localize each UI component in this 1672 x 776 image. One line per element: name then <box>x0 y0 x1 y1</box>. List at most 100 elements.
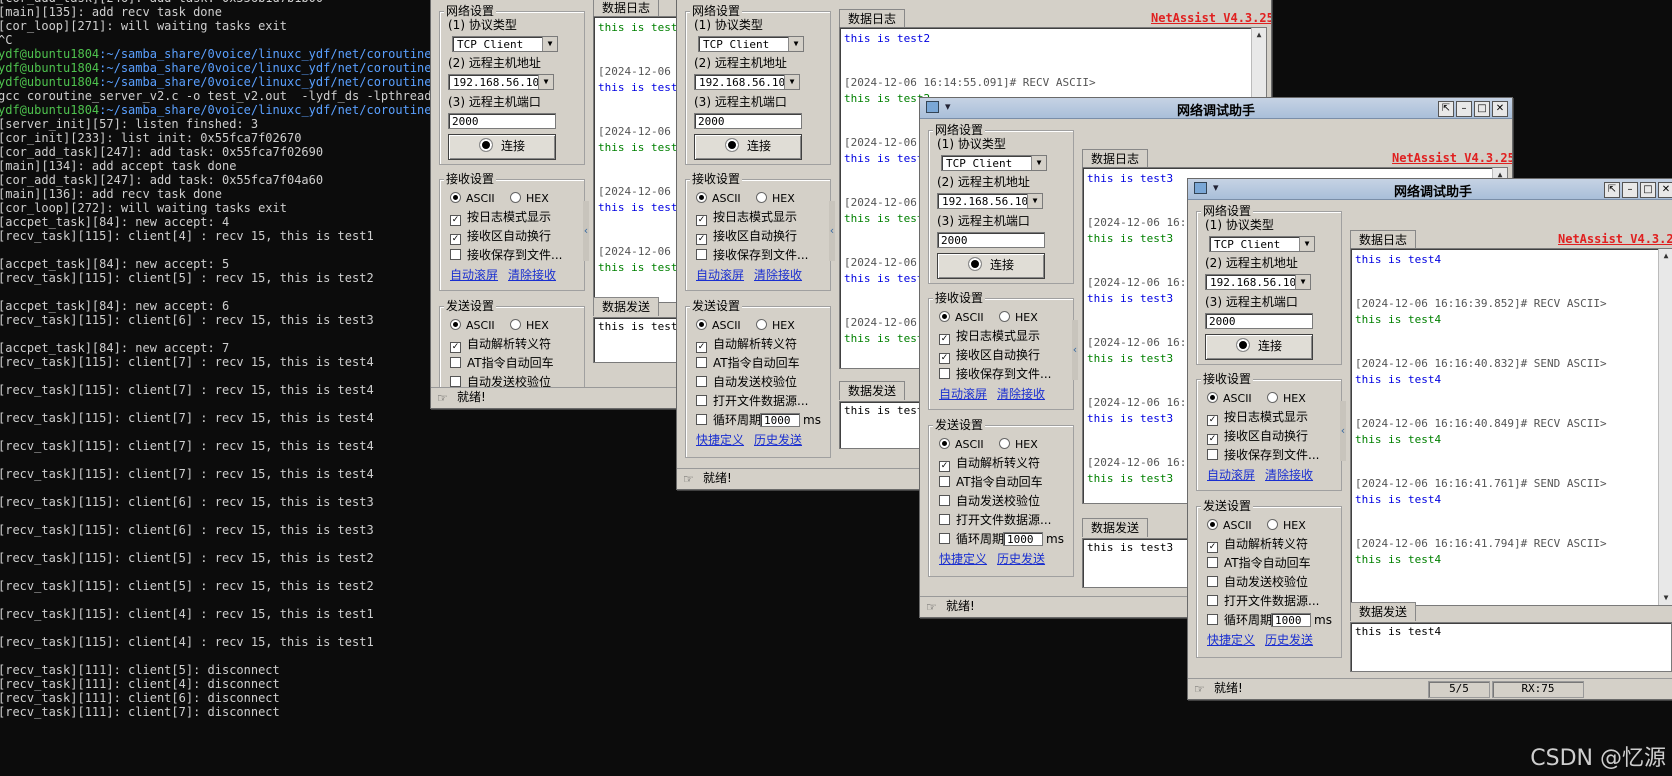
maximize-icon[interactable]: □ <box>1640 182 1656 198</box>
quick-define-link[interactable]: 快捷定义 <box>696 433 744 448</box>
history-send-link[interactable]: 历史发送 <box>754 433 802 448</box>
auto-checksum-checkbox[interactable]: 自动发送校验位 <box>1207 575 1308 590</box>
connect-button[interactable]: 连接 <box>937 253 1045 279</box>
send-ascii-radio[interactable]: ASCII <box>696 319 741 333</box>
log-mode-checkbox[interactable]: ✓ 按日志模式显示 <box>696 210 797 226</box>
connect-button[interactable]: 连接 <box>694 134 802 160</box>
remote-addr-select[interactable]: 192.168.56.109 ▼ <box>448 74 554 90</box>
netassist-window[interactable]: ▾网络调试助手⇱–□✕网络设置(1) 协议类型TCP Client▼(2) 远程… <box>1187 178 1672 700</box>
auto-escape-checkbox[interactable]: ✓ 自动解析转义符 <box>696 337 797 353</box>
remote-addr-select[interactable]: 192.168.56.109 ▼ <box>1205 274 1311 290</box>
panel-splitter[interactable]: ‹ <box>583 201 589 261</box>
save-to-file-checkbox[interactable]: 接收保存到文件... <box>939 367 1051 382</box>
auto-wrap-checkbox[interactable]: ✓ 接收区自动换行 <box>1207 429 1308 445</box>
save-to-file-checkbox[interactable]: 接收保存到文件... <box>450 248 562 263</box>
tab-data-send[interactable]: 数据发送 <box>839 381 906 400</box>
auto-scroll-link[interactable]: 自动滚屏 <box>450 268 498 283</box>
minimize-icon[interactable]: – <box>1622 182 1638 198</box>
remote-addr-select[interactable]: 192.168.56.109 ▼ <box>937 193 1043 209</box>
send-hex-radio[interactable]: HEX <box>756 319 795 333</box>
tab-data-send[interactable]: 数据发送 <box>1082 518 1149 537</box>
tab-data-send[interactable]: 数据发送 <box>593 297 660 316</box>
connect-button[interactable]: 连接 <box>1205 334 1313 360</box>
auto-escape-checkbox[interactable]: ✓ 自动解析转义符 <box>939 456 1040 472</box>
minimize-icon[interactable]: – <box>1456 101 1472 117</box>
recv-ascii-radio[interactable]: ASCII <box>696 192 741 206</box>
tab-data-send[interactable]: 数据发送 <box>1350 602 1417 621</box>
tab-data-log[interactable]: 数据日志 <box>839 9 906 28</box>
panel-splitter[interactable]: ‹ <box>1072 320 1078 380</box>
auto-scroll-link[interactable]: 自动滚屏 <box>696 268 744 283</box>
at-auto-return-checkbox[interactable]: AT指令自动回车 <box>696 356 800 371</box>
open-file-source-checkbox[interactable]: 打开文件数据源... <box>696 394 808 409</box>
send-ascii-radio[interactable]: ASCII <box>939 438 984 452</box>
clear-recv-link[interactable]: 清除接收 <box>508 268 556 283</box>
recv-ascii-radio[interactable]: ASCII <box>450 192 495 206</box>
open-file-source-checkbox[interactable]: 打开文件数据源... <box>939 513 1051 528</box>
quick-define-link[interactable]: 快捷定义 <box>1207 633 1255 648</box>
clear-recv-link[interactable]: 清除接收 <box>997 387 1045 402</box>
auto-checksum-checkbox[interactable]: 自动发送校验位 <box>696 375 797 390</box>
recv-hex-radio[interactable]: HEX <box>999 311 1038 325</box>
version-label[interactable]: NetAssist V4.3.25 <box>1392 151 1512 165</box>
remote-port-input[interactable]: 2000 <box>448 113 556 129</box>
panel-splitter[interactable]: ‹ <box>829 201 835 261</box>
auto-scroll-link[interactable]: 自动滚屏 <box>939 387 987 402</box>
tab-data-log[interactable]: 数据日志 <box>1350 230 1417 249</box>
log-scrollbar[interactable]: ▲▼ <box>1658 249 1672 605</box>
protocol-select[interactable]: TCP Client ▼ <box>941 155 1047 171</box>
recv-hex-radio[interactable]: HEX <box>756 192 795 206</box>
close-icon[interactable]: ✕ <box>1658 182 1672 198</box>
clear-recv-link[interactable]: 清除接收 <box>1265 468 1313 483</box>
at-auto-return-checkbox[interactable]: AT指令自动回车 <box>1207 556 1311 571</box>
remote-port-input[interactable]: 2000 <box>694 113 802 129</box>
maximize-icon[interactable]: □ <box>1474 101 1490 117</box>
version-label[interactable]: NetAssist V4.3.25 <box>1151 11 1271 25</box>
send-hex-radio[interactable]: HEX <box>999 438 1038 452</box>
title-bar[interactable]: ▾ 网络调试助手 ⇱ – □ ✕ <box>920 98 1512 119</box>
pin-icon[interactable]: ⇱ <box>1604 182 1620 198</box>
pin-icon[interactable]: ⇱ <box>1438 101 1454 117</box>
panel-splitter[interactable]: ‹ <box>1340 401 1346 461</box>
log-mode-checkbox[interactable]: ✓ 按日志模式显示 <box>450 210 551 226</box>
log-mode-checkbox[interactable]: ✓ 按日志模式显示 <box>939 329 1040 345</box>
recv-ascii-radio[interactable]: ASCII <box>1207 392 1252 406</box>
save-to-file-checkbox[interactable]: 接收保存到文件... <box>1207 448 1319 463</box>
auto-wrap-checkbox[interactable]: ✓ 接收区自动换行 <box>939 348 1040 364</box>
data-send-input[interactable]: this is test4 <box>1350 622 1672 672</box>
protocol-select[interactable]: TCP Client ▼ <box>452 36 558 52</box>
scroll-down-icon[interactable]: ▼ <box>1659 591 1672 605</box>
auto-scroll-link[interactable]: 自动滚屏 <box>1207 468 1255 483</box>
scroll-up-icon[interactable]: ▲ <box>1252 28 1266 42</box>
remote-port-input[interactable]: 2000 <box>1205 313 1313 329</box>
connect-button[interactable]: 连接 <box>448 134 556 160</box>
protocol-select[interactable]: TCP Client ▼ <box>698 36 804 52</box>
clear-recv-link[interactable]: 清除接收 <box>754 268 802 283</box>
loop-period-checkbox[interactable]: 循环周期 <box>1207 613 1272 628</box>
version-label[interactable]: NetAssist V4.3.25 <box>1558 232 1672 246</box>
auto-checksum-checkbox[interactable]: 自动发送校验位 <box>939 494 1040 509</box>
auto-escape-checkbox[interactable]: ✓ 自动解析转义符 <box>450 337 551 353</box>
auto-wrap-checkbox[interactable]: ✓ 接收区自动换行 <box>696 229 797 245</box>
loop-period-checkbox[interactable]: 循环周期 <box>939 532 1004 547</box>
recv-ascii-radio[interactable]: ASCII <box>939 311 984 325</box>
send-ascii-radio[interactable]: ASCII <box>1207 519 1252 533</box>
at-auto-return-checkbox[interactable]: AT指令自动回车 <box>450 356 554 371</box>
log-mode-checkbox[interactable]: ✓ 按日志模式显示 <box>1207 410 1308 426</box>
tab-data-log[interactable]: 数据日志 <box>1082 149 1149 168</box>
save-to-file-checkbox[interactable]: 接收保存到文件... <box>696 248 808 263</box>
send-ascii-radio[interactable]: ASCII <box>450 319 495 333</box>
protocol-select[interactable]: TCP Client ▼ <box>1209 236 1315 252</box>
remote-addr-select[interactable]: 192.168.56.109 ▼ <box>694 74 800 90</box>
data-log-area[interactable]: this is test4 [2024-12-06 16:16:39.852]# … <box>1350 248 1672 606</box>
scroll-up-icon[interactable]: ▲ <box>1659 249 1672 263</box>
auto-wrap-checkbox[interactable]: ✓ 接收区自动换行 <box>450 229 551 245</box>
history-send-link[interactable]: 历史发送 <box>1265 633 1313 648</box>
title-bar[interactable]: ▾ 网络调试助手 ⇱ – □ ✕ <box>1188 179 1672 200</box>
loop-period-input[interactable]: 1000 <box>1271 613 1311 627</box>
recv-hex-radio[interactable]: HEX <box>1267 392 1306 406</box>
remote-port-input[interactable]: 2000 <box>937 232 1045 248</box>
loop-period-checkbox[interactable]: 循环周期 <box>696 413 761 428</box>
loop-period-input[interactable]: 1000 <box>1003 532 1043 546</box>
loop-period-input[interactable]: 1000 <box>760 413 800 427</box>
